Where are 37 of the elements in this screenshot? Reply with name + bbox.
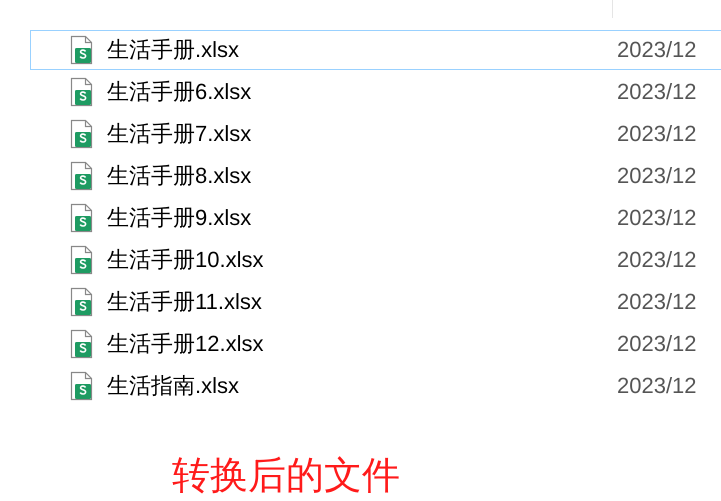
modified-date: 2023/12 <box>617 205 698 231</box>
file-row[interactable]: 生活手册9.xlsx 2023/12 <box>30 198 721 238</box>
file-name: 生活手册11.xlsx <box>107 288 263 316</box>
modified-date: 2023/12 <box>617 163 698 189</box>
file-row[interactable]: 生活手册10.xlsx 2023/12 <box>30 240 721 280</box>
spreadsheet-file-icon <box>70 35 94 65</box>
file-row[interactable]: 生活手册7.xlsx 2023/12 <box>30 114 721 154</box>
modified-date: 2023/12 <box>617 331 698 357</box>
file-row[interactable]: 生活手册12.xlsx 2023/12 <box>30 324 721 364</box>
file-name: 生活手册9.xlsx <box>107 204 252 232</box>
file-name: 生活手册6.xlsx <box>107 78 252 106</box>
file-name: 生活手册12.xlsx <box>107 330 264 358</box>
file-row[interactable]: 生活手册8.xlsx 2023/12 <box>30 156 721 196</box>
spreadsheet-file-icon <box>70 119 94 149</box>
file-name: 生活手册.xlsx <box>107 36 240 64</box>
file-name: 生活手册8.xlsx <box>107 162 252 190</box>
spreadsheet-file-icon <box>70 287 94 317</box>
file-name: 生活指南.xlsx <box>107 372 240 400</box>
spreadsheet-file-icon <box>70 329 94 359</box>
file-name: 生活手册10.xlsx <box>107 246 264 274</box>
spreadsheet-file-icon <box>70 203 94 233</box>
file-row[interactable]: 生活手册6.xlsx 2023/12 <box>30 72 721 112</box>
file-row[interactable]: 生活手册11.xlsx 2023/12 <box>30 282 721 322</box>
modified-date: 2023/12 <box>617 373 698 399</box>
modified-date: 2023/12 <box>617 121 698 147</box>
spreadsheet-file-icon <box>70 77 94 107</box>
spreadsheet-file-icon <box>70 245 94 275</box>
file-row[interactable]: 生活指南.xlsx 2023/12 <box>30 366 721 406</box>
file-name: 生活手册7.xlsx <box>107 120 252 148</box>
modified-date: 2023/12 <box>617 37 698 63</box>
modified-date: 2023/12 <box>617 247 698 273</box>
spreadsheet-file-icon <box>70 371 94 401</box>
caption-text: 转换后的文件 <box>172 454 400 499</box>
modified-date: 2023/12 <box>617 289 698 315</box>
spreadsheet-file-icon <box>70 161 94 191</box>
file-row[interactable]: 生活手册.xlsx 2023/12 <box>30 30 721 70</box>
modified-date: 2023/12 <box>617 79 698 105</box>
